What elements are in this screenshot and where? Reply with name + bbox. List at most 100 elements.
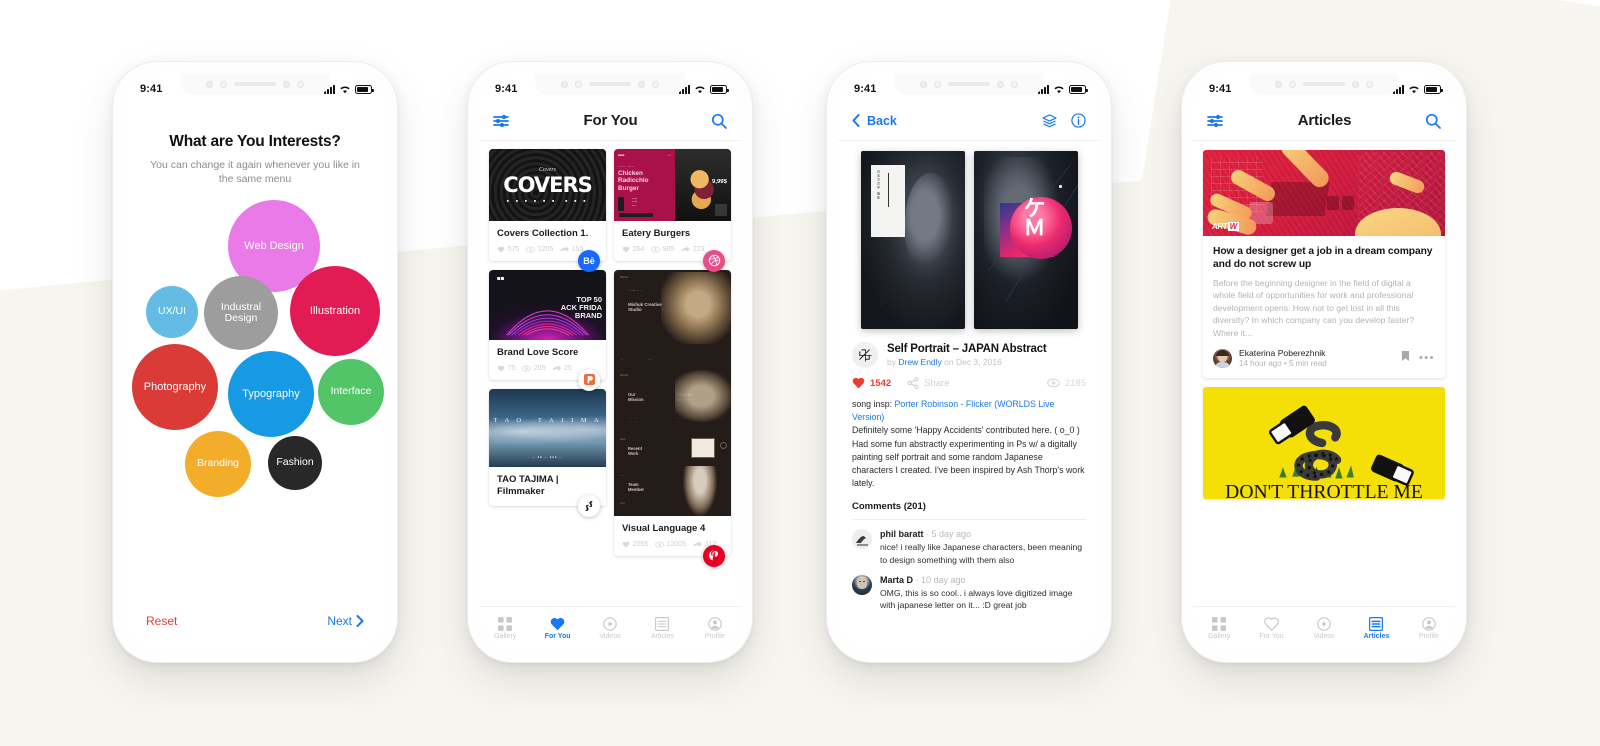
bubble-ux-ui[interactable]: UX/UI bbox=[146, 286, 198, 339]
svg-text:DON'T THROTTLE ME: DON'T THROTTLE ME bbox=[1225, 482, 1423, 499]
heart-icon bbox=[550, 617, 565, 631]
article-author: Ekaterina Poberezhnik bbox=[1239, 348, 1326, 359]
likes-stat: 264 bbox=[622, 246, 644, 253]
card-title: TAO TAJIMA | Filmmaker bbox=[497, 473, 559, 497]
author-avatar[interactable] bbox=[1213, 348, 1232, 368]
bottom-tab-bar: Gallery For You Videos Articles Profile bbox=[479, 606, 741, 650]
feed-card[interactable]: T A O T A J I M A — ■■ — ■■■ — TAO TAJIM… bbox=[489, 388, 606, 517]
article-meta: 14 hour ago • 5 min read bbox=[1239, 359, 1327, 369]
commenter-meta: Marta D · 10 day ago bbox=[880, 574, 966, 585]
interests-header: What are You Interests? You can change i… bbox=[124, 101, 386, 186]
eye-icon bbox=[651, 246, 661, 253]
heart-icon bbox=[1264, 617, 1279, 631]
article-excerpt: Before the beginning designer in the fie… bbox=[1213, 277, 1415, 338]
like-button[interactable]: 1542 bbox=[852, 377, 891, 389]
article-card[interactable]: ART W How a designer get a job in a drea… bbox=[1203, 150, 1445, 379]
status-time: 9:41 bbox=[854, 83, 877, 95]
feed-card[interactable]: Covers COVERS ■ ■ ■ ■ ■ ■ ■ ■ ■ Bē Cover… bbox=[489, 149, 606, 272]
comment-time: 10 day ago bbox=[921, 574, 966, 585]
wifi-icon bbox=[340, 85, 350, 93]
sliders-icon[interactable] bbox=[1207, 114, 1224, 128]
more-icon[interactable]: ••• bbox=[1419, 352, 1435, 364]
articles-scroll[interactable]: ART W How a designer get a job in a drea… bbox=[1193, 141, 1455, 650]
info-icon[interactable] bbox=[1071, 113, 1086, 128]
eye-icon bbox=[522, 365, 532, 372]
tab-label: For You bbox=[544, 633, 571, 640]
commenter-avatar[interactable] bbox=[852, 529, 872, 550]
svg-text:■■: ■■ bbox=[497, 276, 505, 281]
artwork-image-1[interactable]: 日本の文字 抽象 自画像 bbox=[860, 151, 965, 329]
artwork-image-2[interactable]: ケＭ bbox=[973, 151, 1078, 329]
bubble-illustration[interactable]: Illustration bbox=[290, 266, 380, 357]
app-header: Back bbox=[838, 101, 1100, 141]
phone-mockup-detail: 9:41 Back 日本の文字 抽象 自画像 ケ Ｍ Self Portrait… bbox=[827, 62, 1111, 662]
tab-articles[interactable]: Articles bbox=[636, 617, 688, 640]
bookmark-icon[interactable] bbox=[1401, 349, 1410, 367]
back-button[interactable]: Back bbox=[852, 114, 897, 128]
card-title: Visual Language 4 bbox=[622, 522, 706, 534]
share-arrow-icon bbox=[560, 246, 570, 252]
feed-card[interactable]: ■■■■ ▪ ▪ ——— ——— Chicken Radicchio Burger … bbox=[614, 149, 731, 272]
tab-profile[interactable]: Profile bbox=[1403, 617, 1455, 640]
share-arrow-icon bbox=[552, 364, 562, 371]
tab-label: Profile bbox=[704, 633, 725, 640]
views-stat: 205 bbox=[522, 365, 545, 372]
artwork-description: song insp: Porter Robinson - Flicker (WO… bbox=[852, 399, 1085, 489]
tab-label: Profile bbox=[1418, 633, 1439, 640]
next-button[interactable]: Next bbox=[327, 614, 364, 628]
tab-label: Gallery bbox=[1208, 633, 1231, 640]
comments-header: Comments (201) bbox=[852, 501, 1086, 521]
search-icon[interactable] bbox=[1425, 113, 1441, 129]
page-title: For You bbox=[583, 112, 638, 129]
feed-scroll[interactable]: Covers COVERS ■ ■ ■ ■ ■ ■ ■ ■ ■ Bē Cover… bbox=[479, 141, 741, 650]
device-notch bbox=[894, 73, 1044, 95]
bubble-industral-design[interactable]: Industral Design bbox=[204, 276, 278, 351]
battery-icon bbox=[1424, 84, 1443, 94]
device-notch bbox=[180, 73, 330, 95]
bubble-branding[interactable]: Branding bbox=[185, 431, 251, 498]
share-arrow-icon bbox=[681, 246, 691, 252]
comment-text: nice! i really like Japanese characters,… bbox=[880, 542, 1083, 565]
bubble-interface[interactable]: Interface bbox=[318, 359, 384, 426]
artwork-title: Self Portrait – JAPAN Abstract bbox=[887, 343, 1047, 355]
card-thumbnail: ■■ · · · · · TOP 50 ACK FRIDA BRAND bbox=[489, 269, 606, 340]
sliders-icon[interactable] bbox=[493, 114, 510, 128]
tab-videos[interactable]: Videos bbox=[1298, 617, 1350, 640]
bubble-label: UX/UI bbox=[157, 305, 186, 318]
share-arrow-icon bbox=[693, 540, 703, 547]
article-card[interactable]: DON'T THROTTLE ME bbox=[1203, 387, 1445, 500]
next-label: Next bbox=[327, 614, 352, 628]
views-stat: 1205 bbox=[526, 246, 553, 253]
tab-gallery[interactable]: Gallery bbox=[1193, 617, 1245, 640]
search-icon[interactable] bbox=[711, 113, 727, 129]
battery-icon bbox=[355, 84, 374, 94]
bubble-typography[interactable]: Typography bbox=[228, 351, 314, 438]
tab-for-you[interactable]: For You bbox=[531, 617, 583, 640]
tab-articles[interactable]: Articles bbox=[1350, 617, 1402, 640]
detail-scroll[interactable]: 日本の文字 抽象 自画像 ケＭ Self Portrait – JAPAN Ab… bbox=[838, 141, 1100, 650]
bubble-label: Illustration bbox=[309, 305, 361, 318]
commenter-avatar[interactable] bbox=[852, 574, 872, 595]
feed-card[interactable]: Mishuk Mishuk Creative Studio —— ■ ——— ▫▫… bbox=[614, 269, 731, 567]
shares-stat: 155 bbox=[560, 246, 583, 253]
card-thumbnail: ■■■■ ▪ ▪ ——— ——— Chicken Radicchio Burger … bbox=[614, 149, 731, 221]
tab-gallery[interactable]: Gallery bbox=[479, 617, 531, 640]
tab-for-you[interactable]: For You bbox=[1245, 617, 1297, 640]
feed-card[interactable]: ■■ · · · · · TOP 50 ACK FRIDA BRAND Brand … bbox=[489, 269, 606, 391]
layers-icon[interactable] bbox=[1042, 113, 1057, 128]
bubble-label: Branding bbox=[196, 457, 240, 470]
author-link[interactable]: Drew Endly bbox=[898, 357, 941, 367]
pinterest-badge-icon bbox=[703, 544, 725, 567]
bubble-fashion[interactable]: Fashion bbox=[268, 436, 322, 491]
bubble-photography[interactable]: Photography bbox=[132, 344, 218, 431]
product-hunt-badge-icon bbox=[578, 368, 600, 391]
share-button[interactable]: Share bbox=[907, 377, 950, 389]
author-avatar[interactable] bbox=[852, 342, 878, 368]
tab-videos[interactable]: Videos bbox=[584, 617, 636, 640]
reset-button[interactable]: Reset bbox=[146, 614, 177, 628]
comment-text: OMG, this is so cool.. i always love dig… bbox=[880, 587, 1073, 610]
tab-profile[interactable]: Profile bbox=[689, 617, 741, 640]
eye-icon bbox=[526, 246, 536, 253]
battery-icon bbox=[710, 84, 729, 94]
commenter-name: phil baratt bbox=[880, 529, 924, 540]
